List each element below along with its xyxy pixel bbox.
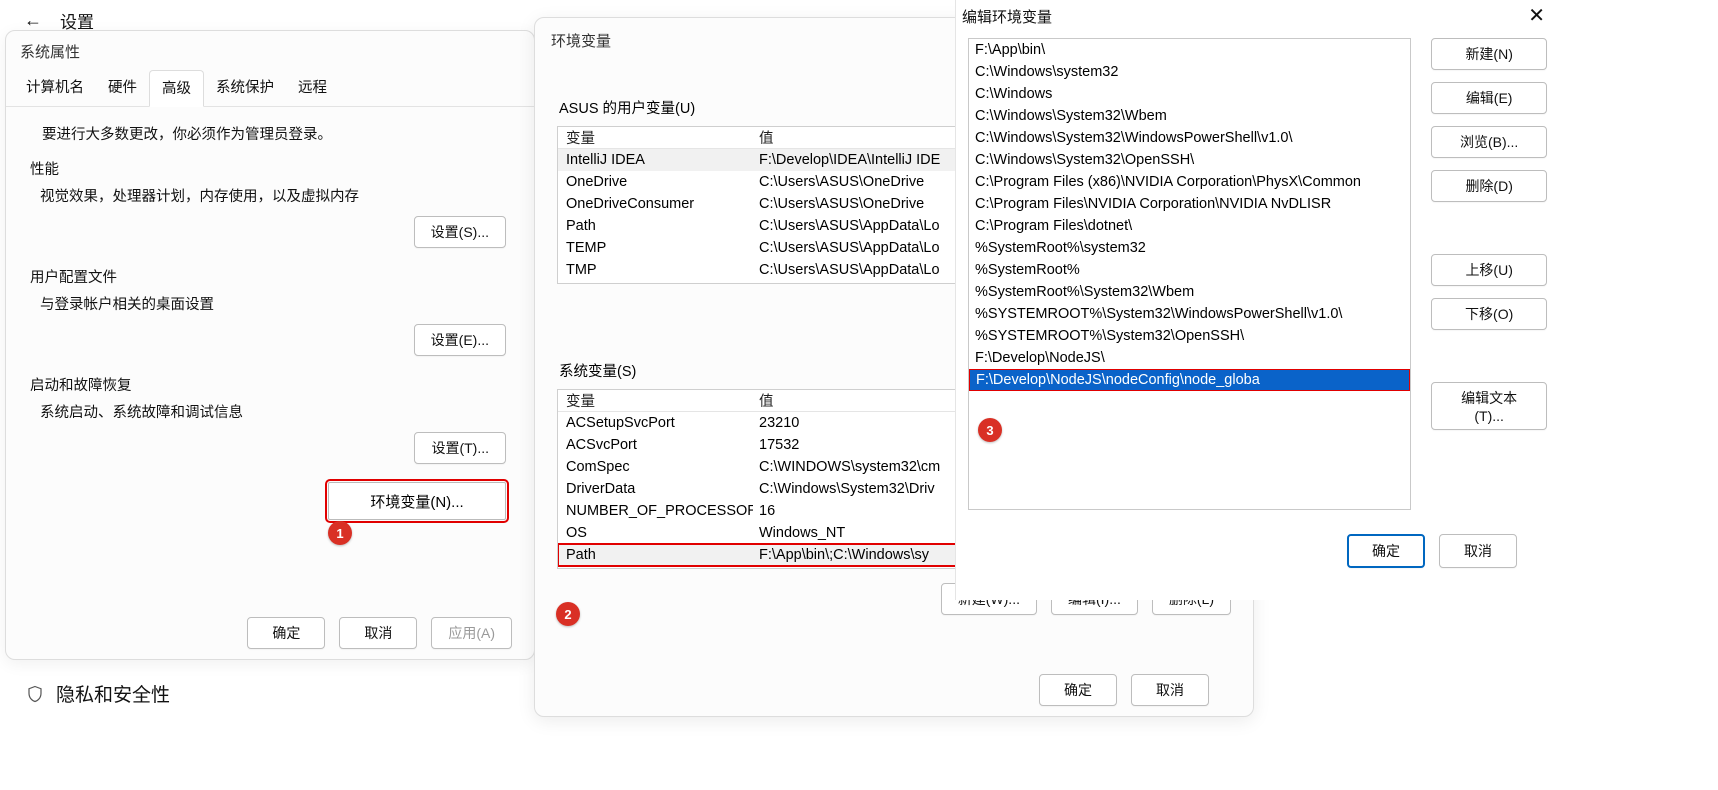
path-edit-button[interactable]: 编辑(E) bbox=[1431, 82, 1547, 114]
privacy-label: 隐私和安全性 bbox=[56, 680, 170, 707]
startup-group: 启动和故障恢复 系统启动、系统故障和调试信息 设置(T)... bbox=[30, 374, 510, 464]
tab-hardware[interactable]: 硬件 bbox=[96, 70, 149, 106]
editdlg-ok-button[interactable]: 确定 bbox=[1347, 534, 1425, 568]
apply-button[interactable]: 应用(A) bbox=[431, 617, 512, 649]
editdlg-cancel-button[interactable]: 取消 bbox=[1439, 534, 1517, 568]
user-profile-desc: 与登录帐户相关的桌面设置 bbox=[40, 293, 510, 314]
path-browse-button[interactable]: 浏览(B)... bbox=[1431, 126, 1547, 158]
performance-settings-button[interactable]: 设置(S)... bbox=[414, 216, 506, 248]
user-profile-settings-button[interactable]: 设置(E)... bbox=[414, 324, 506, 356]
performance-title: 性能 bbox=[30, 158, 510, 179]
admin-note: 要进行大多数更改，你必须作为管理员登录。 bbox=[42, 123, 510, 144]
sysprop-footer: 确定 取消 应用(A) bbox=[6, 617, 534, 649]
cancel-button[interactable]: 取消 bbox=[339, 617, 417, 649]
envdlg-cancel-button[interactable]: 取消 bbox=[1131, 674, 1209, 706]
settings-title: 设置 bbox=[60, 8, 94, 33]
tab-advanced[interactable]: 高级 bbox=[149, 70, 204, 107]
path-row[interactable]: F:\App\bin\ bbox=[969, 39, 1410, 61]
shield-icon bbox=[26, 684, 44, 704]
step-badge-3: 3 bbox=[978, 418, 1002, 442]
path-row[interactable]: C:\Windows bbox=[969, 83, 1410, 105]
sysprop-title: 系统属性 bbox=[6, 31, 534, 66]
path-edit-text-button[interactable]: 编辑文本(T)... bbox=[1431, 382, 1547, 430]
path-row[interactable]: %SYSTEMROOT%\System32\WindowsPowerShell\… bbox=[969, 303, 1410, 325]
path-row[interactable]: C:\Program Files (x86)\NVIDIA Corporatio… bbox=[969, 171, 1410, 193]
editdlg-title: 编辑环境变量 bbox=[962, 6, 1052, 27]
ok-button[interactable]: 确定 bbox=[247, 617, 325, 649]
col-header-name: 变量 bbox=[558, 390, 753, 411]
path-new-button[interactable]: 新建(N) bbox=[1431, 38, 1547, 70]
path-row[interactable]: C:\Windows\System32\OpenSSH\ bbox=[969, 149, 1410, 171]
startup-settings-button[interactable]: 设置(T)... bbox=[414, 432, 506, 464]
startup-title: 启动和故障恢复 bbox=[30, 374, 510, 395]
user-profile-group: 用户配置文件 与登录帐户相关的桌面设置 设置(E)... bbox=[30, 266, 510, 356]
path-row[interactable]: %SystemRoot%\System32\Wbem bbox=[969, 281, 1410, 303]
path-row[interactable]: C:\Windows\System32\WindowsPowerShell\v1… bbox=[969, 127, 1410, 149]
back-icon[interactable]: ← bbox=[24, 10, 42, 31]
path-row[interactable]: %SystemRoot% bbox=[969, 259, 1410, 281]
performance-group: 性能 视觉效果，处理器计划，内存使用，以及虚拟内存 设置(S)... bbox=[30, 158, 510, 248]
privacy-security-item[interactable]: 隐私和安全性 bbox=[26, 680, 170, 707]
path-delete-button[interactable]: 删除(D) bbox=[1431, 170, 1547, 202]
path-move-down-button[interactable]: 下移(O) bbox=[1431, 298, 1547, 330]
step-badge-1: 1 bbox=[328, 521, 352, 545]
user-profile-title: 用户配置文件 bbox=[30, 266, 510, 287]
path-row[interactable]: F:\Develop\NodeJS\nodeConfig\node_globa bbox=[969, 369, 1410, 391]
sysprop-tabs: 计算机名 硬件 高级 系统保护 远程 bbox=[6, 70, 534, 107]
tab-computer-name[interactable]: 计算机名 bbox=[14, 70, 96, 106]
path-row[interactable]: C:\Program Files\dotnet\ bbox=[969, 215, 1410, 237]
step-badge-2: 2 bbox=[556, 602, 580, 626]
system-properties-dialog: 系统属性 计算机名 硬件 高级 系统保护 远程 要进行大多数更改，你必须作为管理… bbox=[5, 30, 535, 660]
close-icon[interactable]: ✕ bbox=[1522, 4, 1551, 28]
path-row[interactable]: C:\Windows\System32\Wbem bbox=[969, 105, 1410, 127]
startup-desc: 系统启动、系统故障和调试信息 bbox=[40, 401, 510, 422]
path-row[interactable]: F:\Develop\NodeJS\ bbox=[969, 347, 1410, 369]
path-move-up-button[interactable]: 上移(U) bbox=[1431, 254, 1547, 286]
tab-system-protection[interactable]: 系统保护 bbox=[204, 70, 286, 106]
col-header-name: 变量 bbox=[558, 127, 753, 148]
path-list[interactable]: F:\App\bin\C:\Windows\system32C:\Windows… bbox=[968, 38, 1411, 510]
path-row[interactable]: C:\Program Files\NVIDIA Corporation\NVID… bbox=[969, 193, 1410, 215]
environment-variables-button[interactable]: 环境变量(N)... bbox=[328, 482, 506, 520]
path-row[interactable]: C:\Windows\system32 bbox=[969, 61, 1410, 83]
envdlg-ok-button[interactable]: 确定 bbox=[1039, 674, 1117, 706]
tab-remote[interactable]: 远程 bbox=[286, 70, 339, 106]
path-row[interactable]: %SystemRoot%\system32 bbox=[969, 237, 1410, 259]
edit-env-variable-dialog: 编辑环境变量 ✕ F:\App\bin\C:\Windows\system32C… bbox=[955, 0, 1561, 600]
performance-desc: 视觉效果，处理器计划，内存使用，以及虚拟内存 bbox=[40, 185, 510, 206]
path-row[interactable]: %SYSTEMROOT%\System32\OpenSSH\ bbox=[969, 325, 1410, 347]
